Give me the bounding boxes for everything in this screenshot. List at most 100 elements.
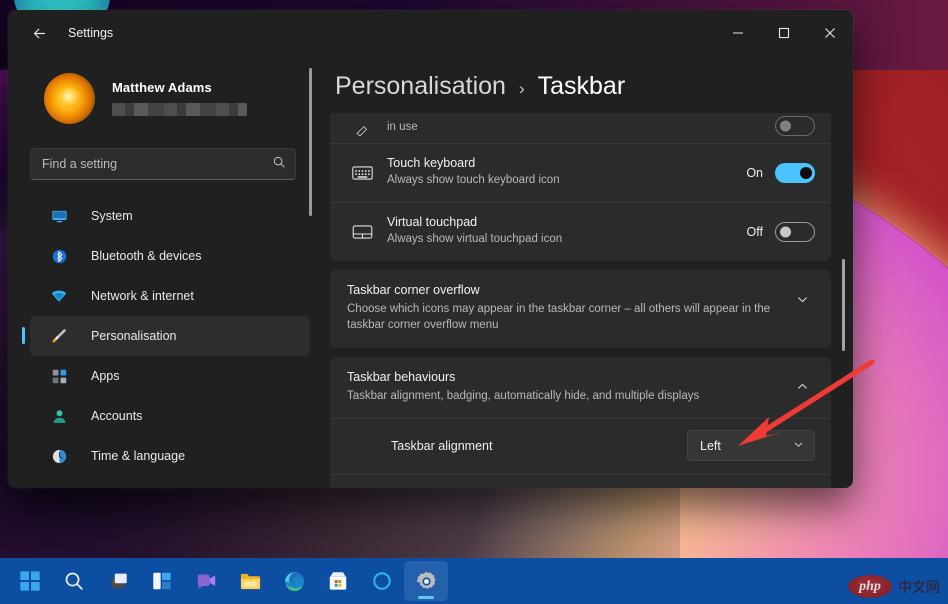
clipped-toggle[interactable] — [775, 116, 815, 136]
screen: Settings Matthew Adams — [0, 0, 948, 604]
task-view-icon[interactable] — [96, 561, 140, 601]
edge-icon[interactable] — [272, 561, 316, 601]
sidebar-item-network-internet[interactable]: Network & internet — [30, 276, 310, 316]
chevron-up-icon[interactable] — [789, 370, 815, 393]
taskbar-behaviours-card: Taskbar behaviours Taskbar alignment, ba… — [330, 357, 831, 488]
system-icon — [48, 208, 70, 225]
virtual-touchpad-row[interactable]: Virtual touchpad Always show virtual tou… — [330, 202, 831, 261]
system-tray-icons-card: in use — [330, 113, 831, 261]
row-subtitle: Always show touch keyboard icon — [387, 173, 746, 189]
card-subtitle: Taskbar alignment, badging, automaticall… — [347, 388, 775, 404]
taskbar-alignment-label: Taskbar alignment — [391, 439, 687, 453]
clipped-setting-row[interactable]: in use — [330, 113, 831, 143]
sidebar-scrollbar-thumb[interactable] — [309, 68, 312, 216]
taskbar-alignment-dropdown[interactable]: Left — [687, 430, 815, 461]
taskbar-behaviours-header[interactable]: Taskbar behaviours Taskbar alignment, ba… — [330, 357, 831, 418]
sidebar-item-label: System — [91, 209, 133, 223]
bluetooth-icon — [48, 248, 70, 265]
virtual-touchpad-control: Off — [747, 222, 815, 242]
taskbar-alignment-row: Taskbar alignment Left — [330, 418, 831, 474]
minimize-button[interactable] — [715, 10, 761, 56]
toggle-state-label: On — [746, 166, 763, 180]
watermark: php 中文网 — [848, 575, 940, 598]
microsoft-store-icon[interactable] — [316, 561, 360, 601]
profile-name: Matthew Adams — [112, 80, 247, 95]
breadcrumb: Personalisation › Taskbar — [330, 56, 853, 113]
virtual-touchpad-toggle[interactable] — [775, 222, 815, 242]
sidebar-item-system[interactable]: System — [30, 196, 310, 236]
breadcrumb-separator-icon: › — [519, 79, 525, 99]
chat-icon[interactable] — [184, 561, 228, 601]
window-controls — [715, 10, 853, 56]
toggle-knob — [780, 226, 791, 237]
sidebar-item-label: Network & internet — [91, 289, 194, 303]
toggle-knob — [800, 167, 812, 179]
pen-menu-icon — [347, 124, 377, 136]
chevron-down-icon — [793, 437, 804, 455]
chevron-down-icon[interactable] — [789, 283, 815, 306]
search-box[interactable] — [30, 148, 296, 180]
main-scrollbar[interactable] — [842, 119, 845, 482]
breadcrumb-parent[interactable]: Personalisation — [335, 72, 506, 101]
row-title: Virtual touchpad — [387, 215, 747, 229]
clipped-row-control[interactable] — [775, 116, 815, 136]
search-icon[interactable] — [52, 561, 96, 601]
taskbar-badging-row-partial[interactable] — [330, 474, 831, 488]
sidebar-item-label: Accounts — [91, 409, 142, 423]
wifi-icon — [48, 287, 70, 305]
search-input[interactable] — [42, 157, 272, 171]
touch-keyboard-toggle[interactable] — [775, 163, 815, 183]
sidebar-item-label: Time & language — [91, 449, 185, 463]
sidebar-item-personalisation[interactable]: Personalisation — [30, 316, 310, 356]
row-subtitle: Always show virtual touchpad icon — [387, 232, 747, 248]
main-scrollbar-thumb[interactable] — [842, 259, 845, 351]
widgets-icon[interactable] — [140, 561, 184, 601]
close-button[interactable] — [807, 10, 853, 56]
file-explorer-icon[interactable] — [228, 561, 272, 601]
toggle-state-label: Off — [747, 225, 763, 239]
sidebar-item-label: Apps — [91, 369, 120, 383]
sidebar: Matthew Adams — [8, 56, 330, 488]
back-button[interactable] — [22, 17, 56, 49]
maximize-button[interactable] — [761, 10, 807, 56]
touch-keyboard-row[interactable]: Touch keyboard Always show touch keyboar… — [330, 143, 831, 202]
settings-window: Settings Matthew Adams — [8, 10, 853, 488]
card-subtitle: Choose which icons may appear in the tas… — [347, 301, 775, 334]
profile-email-redacted — [112, 103, 247, 116]
start-icon[interactable] — [8, 561, 52, 601]
window-title: Settings — [68, 26, 113, 40]
dropdown-value: Left — [700, 439, 721, 453]
card-title: Taskbar corner overflow — [347, 283, 775, 297]
touch-keyboard-control: On — [746, 163, 815, 183]
taskbar-corner-overflow-text: Taskbar corner overflow Choose which ico… — [347, 283, 789, 334]
taskbar-corner-overflow-card[interactable]: Taskbar corner overflow Choose which ico… — [330, 270, 831, 348]
settings-icon[interactable] — [404, 561, 448, 601]
cortana-icon[interactable] — [360, 561, 404, 601]
virtual-touchpad-text: Virtual touchpad Always show virtual tou… — [387, 215, 747, 248]
account-icon — [48, 408, 70, 425]
profile-meta: Matthew Adams — [112, 80, 247, 116]
taskbar-behaviours-text: Taskbar behaviours Taskbar alignment, ba… — [347, 370, 789, 404]
avatar — [44, 73, 95, 124]
main-panel: Personalisation › Taskbar — [330, 56, 853, 488]
clipped-row-sub: in use — [387, 120, 775, 136]
row-title: Touch keyboard — [387, 156, 746, 170]
clock-icon — [48, 448, 70, 465]
settings-scroll-area: in use — [330, 113, 853, 488]
sidebar-item-time-language[interactable]: Time & language — [30, 436, 310, 476]
search-icon — [272, 155, 286, 174]
taskbar-corner-overflow-header[interactable]: Taskbar corner overflow Choose which ico… — [330, 270, 831, 348]
breadcrumb-current: Taskbar — [538, 72, 626, 101]
sidebar-item-apps[interactable]: Apps — [30, 356, 310, 396]
touch-keyboard-icon — [347, 165, 377, 181]
taskbar: php 中文网 — [0, 558, 948, 604]
watermark-text: 中文网 — [898, 577, 940, 597]
sidebar-scrollbar[interactable] — [309, 68, 312, 336]
sidebar-item-label: Personalisation — [91, 329, 176, 343]
sidebar-item-accounts[interactable]: Accounts — [30, 396, 310, 436]
sidebar-item-bluetooth-devices[interactable]: Bluetooth & devices — [30, 236, 310, 276]
sidebar-nav: System Bluetooth & devices — [8, 196, 330, 476]
apps-icon — [48, 368, 70, 385]
card-title: Taskbar behaviours — [347, 370, 775, 384]
user-profile[interactable]: Matthew Adams — [8, 56, 330, 132]
